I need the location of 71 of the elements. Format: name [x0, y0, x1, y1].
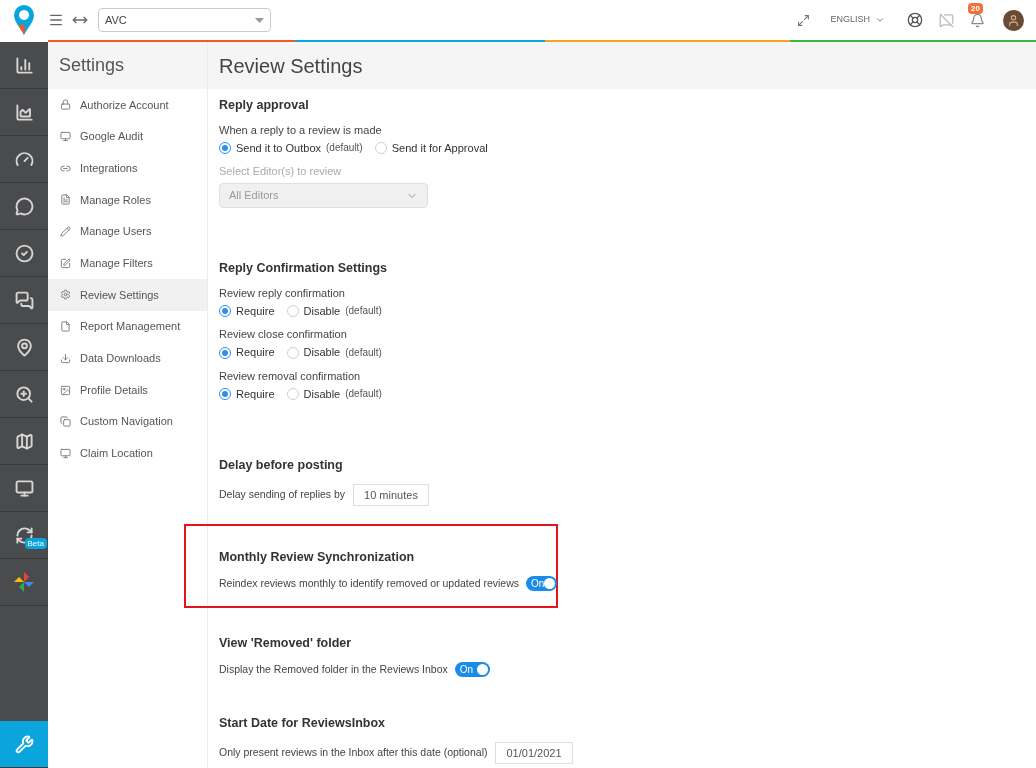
caret-icon [255, 17, 264, 23]
edit-icon [60, 257, 71, 269]
field-label: Delay sending of replies by [219, 486, 346, 502]
avatar[interactable] [1003, 9, 1024, 31]
radio-label: Send it to Outbox [236, 141, 321, 156]
input-field[interactable]: 10 minutes [353, 483, 429, 506]
option-label: Review removal confirmation [219, 369, 362, 384]
file-icon [60, 321, 71, 333]
sidebar-item[interactable]: Review Settings [48, 279, 207, 311]
option-label: When a reply to a review is made [219, 123, 383, 138]
toggle-switch[interactable]: On [526, 576, 558, 592]
section-heading: Reply approval [219, 97, 310, 114]
default-note: (default) [345, 305, 382, 318]
wrench-icon [14, 734, 34, 754]
chevron-down-icon [875, 15, 885, 25]
radio-label: Disable [303, 304, 341, 319]
image-icon [60, 384, 71, 396]
copy-icon [60, 416, 71, 428]
beta-badge: Beta [24, 538, 47, 549]
input-field[interactable]: 01/01/2021 [495, 741, 573, 764]
sidebar-title: Settings [48, 42, 207, 89]
section-heading: View 'Removed' folder [219, 635, 353, 652]
option-label: Review reply confirmation [219, 286, 346, 301]
gear-icon [60, 289, 71, 301]
fullscreen-icon[interactable] [797, 13, 811, 27]
monitor-icon [60, 447, 71, 459]
pinwheel-icon [13, 571, 35, 593]
default-note: (default) [326, 142, 363, 155]
zoom-in-icon [14, 384, 34, 404]
section-heading: Reply Confirmation Settings [219, 260, 389, 277]
monitor-icon [60, 131, 71, 143]
radio-label: Require [236, 387, 275, 402]
check-circle-icon [14, 243, 34, 263]
toggle-switch[interactable]: On [454, 662, 490, 678]
gauge-icon [14, 149, 34, 169]
logo-icon [12, 3, 36, 37]
toggle-label: Reindex reviews monthly to identify removed or updated reviews [219, 575, 519, 591]
map-icon [14, 431, 34, 451]
lock-icon [60, 99, 71, 111]
user-silhouette-icon [1007, 13, 1020, 27]
lifebuoy-icon[interactable] [907, 12, 923, 28]
field-label: Only present reviews in the Inbox after this date (optional) [219, 744, 488, 760]
bell-icon[interactable] [970, 12, 985, 28]
radio-label: Require [236, 346, 275, 360]
pencil-icon [60, 226, 71, 238]
menu-icon[interactable] [48, 12, 64, 28]
download-icon [60, 352, 71, 364]
default-note: (default) [345, 346, 382, 360]
field-label: Select Editor(s) to review [219, 165, 343, 179]
document-icon [60, 194, 71, 206]
radio-label: Send it for Approval [391, 141, 488, 156]
language-select[interactable]: ENGLISH [830, 13, 885, 27]
notification-count: 20 [968, 2, 983, 14]
area-chart-icon [14, 102, 34, 122]
map-pin-icon [14, 337, 34, 357]
radio-label: Disable [303, 346, 341, 360]
radio-label: Require [236, 304, 275, 319]
nav-rail-item[interactable] [0, 721, 48, 768]
toggle-label: Display the Removed folder in the Reviews Inbox [219, 661, 448, 677]
default-note: (default) [345, 388, 382, 401]
bar-chart-icon [14, 55, 34, 75]
option-label: Review close confirmation [219, 328, 348, 342]
section-heading: Delay before posting [219, 457, 344, 474]
monitor-icon [14, 478, 34, 498]
location-select[interactable]: AVC [98, 8, 271, 32]
section-heading: Start Date for ReviewsInbox [219, 715, 386, 732]
chat-bubble-icon [14, 196, 34, 216]
radio-label: Disable [303, 387, 341, 402]
section-heading: Monthly Review Synchronization [219, 549, 416, 566]
chat-bubbles-icon [14, 290, 34, 310]
page-title: Review Settings [208, 42, 1036, 89]
